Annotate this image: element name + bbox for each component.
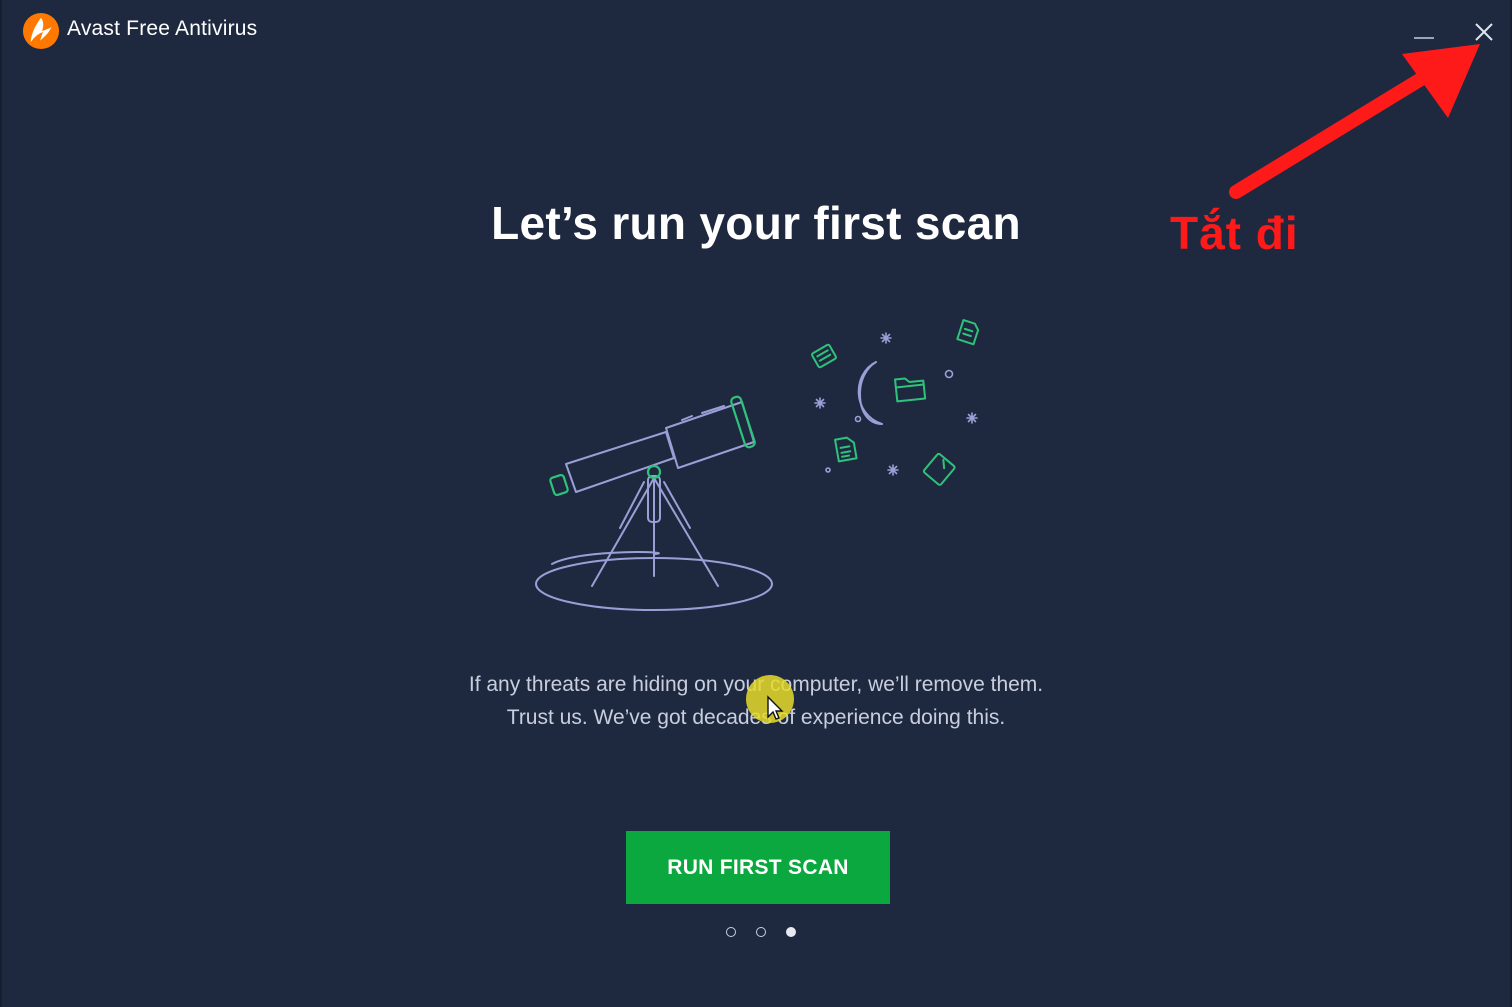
pager-dot-3[interactable]	[786, 927, 796, 937]
annotation-arrow-icon	[1229, 44, 1480, 199]
telescope-illustration	[535, 319, 980, 611]
document-icon	[834, 436, 858, 463]
pager	[726, 925, 796, 939]
document-icon	[922, 452, 956, 486]
folder-icon	[894, 377, 927, 403]
pager-dot-1[interactable]	[726, 927, 736, 937]
app-title: Avast Free Antivirus	[67, 17, 258, 40]
pager-dot-2[interactable]	[756, 927, 766, 937]
run-first-scan-button[interactable]: RUN FIRST SCAN	[626, 831, 890, 904]
moon-icon	[857, 361, 883, 425]
star-icon	[814, 332, 978, 476]
avast-logo-icon	[22, 12, 60, 50]
annotation-text: Tắt đi	[1170, 207, 1299, 259]
document-icon	[956, 319, 980, 346]
mouse-cursor-icon	[746, 675, 794, 723]
app-window: Avast Free Antivirus Let’s run your firs…	[0, 0, 1512, 1007]
document-icon	[811, 343, 837, 369]
